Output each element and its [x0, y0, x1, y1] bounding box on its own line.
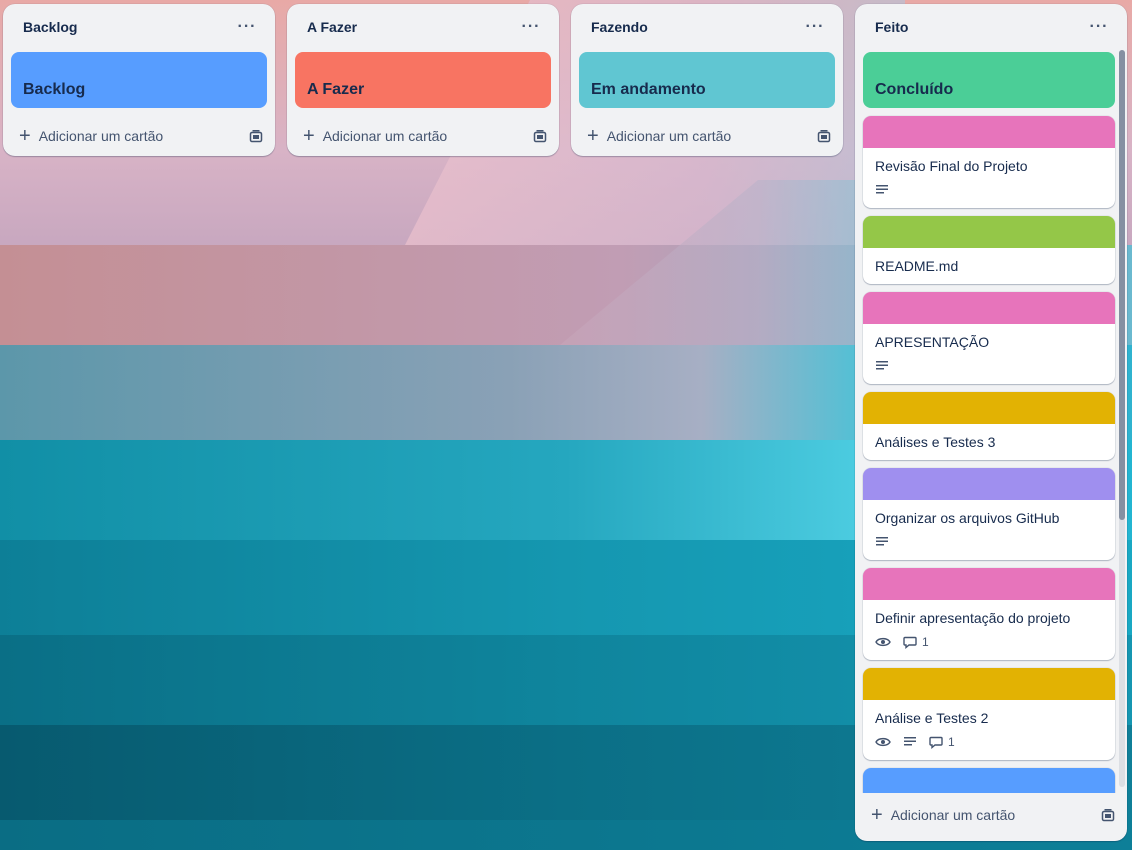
- ellipsis-icon[interactable]: ···: [517, 18, 545, 36]
- card-title: APRESENTAÇÃO: [875, 334, 990, 350]
- description-icon: [875, 360, 889, 372]
- list-title[interactable]: Feito: [875, 19, 908, 35]
- card-cover-color: [863, 116, 1115, 148]
- card[interactable]: Definir apresentação do projeto 1: [863, 568, 1115, 660]
- card-template-icon[interactable]: [245, 125, 267, 147]
- comment-count: 1: [922, 635, 929, 649]
- card[interactable]: Análises e Testes 3: [863, 392, 1115, 460]
- plus-icon: +: [303, 125, 315, 147]
- card-title: README.md: [875, 258, 959, 274]
- list-header[interactable]: A Fazer ···: [287, 4, 559, 50]
- card-cover-backlog[interactable]: Backlog: [11, 52, 267, 108]
- add-card-row: + Adicionar um cartão: [855, 793, 1127, 841]
- plus-icon: +: [871, 804, 883, 826]
- add-card-row: + Adicionar um cartão: [571, 116, 843, 156]
- card-cover-em-andamento[interactable]: Em andamento: [579, 52, 835, 108]
- card[interactable]: Organizar os arquivos GitHub: [863, 468, 1115, 560]
- comment-icon: [929, 736, 943, 749]
- list-header[interactable]: Feito ···: [855, 4, 1127, 50]
- description-icon: [875, 536, 889, 548]
- scrollbar-thumb[interactable]: [1119, 50, 1125, 520]
- add-card-button[interactable]: + Adicionar um cartão: [19, 126, 163, 146]
- card-cover-color: [863, 468, 1115, 500]
- ellipsis-icon[interactable]: ···: [801, 18, 829, 36]
- ellipsis-icon[interactable]: ···: [1085, 18, 1113, 36]
- card-title: A Fazer: [307, 81, 365, 98]
- card-cover-a-fazer[interactable]: A Fazer: [295, 52, 551, 108]
- card-template-icon[interactable]: [1097, 804, 1119, 826]
- add-card-label: Adicionar um cartão: [606, 128, 732, 144]
- plus-icon: +: [587, 125, 599, 147]
- card-template-icon[interactable]: [813, 125, 835, 147]
- card-cover-color: [863, 392, 1115, 424]
- list-feito: Feito ··· Concluído Revisão Final do Pro…: [855, 4, 1127, 841]
- card[interactable]: Revisão Final do Projeto: [863, 116, 1115, 208]
- list-title[interactable]: Backlog: [23, 19, 77, 35]
- card-title: Análises e Testes 3: [875, 434, 996, 450]
- card[interactable]: Análise e Testes 2 1: [863, 668, 1115, 760]
- card-template-icon[interactable]: [529, 125, 551, 147]
- card[interactable]: [863, 768, 1115, 793]
- card-cover-color: [863, 768, 1115, 793]
- list-header[interactable]: Fazendo ···: [571, 4, 843, 50]
- list-a-fazer: A Fazer ··· A Fazer + Adicionar um cartã…: [287, 4, 559, 156]
- add-card-row: + Adicionar um cartão: [3, 116, 275, 156]
- eye-icon: [875, 736, 891, 748]
- card-cover-color: [863, 216, 1115, 248]
- card-title: Concluído: [875, 81, 954, 98]
- list-fazendo: Fazendo ··· Em andamento + Adicionar um …: [571, 4, 843, 156]
- comment-count: 1: [948, 735, 955, 749]
- card-cover-color: [863, 668, 1115, 700]
- card[interactable]: APRESENTAÇÃO: [863, 292, 1115, 384]
- board: Backlog ··· Backlog + Adicionar um cartã…: [0, 0, 1132, 850]
- card-title: Análise e Testes 2: [875, 710, 989, 726]
- card[interactable]: README.md: [863, 216, 1115, 284]
- add-card-button[interactable]: + Adicionar um cartão: [587, 126, 731, 146]
- card-title: Revisão Final do Projeto: [875, 158, 1028, 174]
- list-title[interactable]: A Fazer: [307, 19, 357, 35]
- card-title: Em andamento: [591, 81, 706, 98]
- eye-icon: [875, 636, 891, 648]
- add-card-label: Adicionar um cartão: [322, 128, 448, 144]
- add-card-button[interactable]: + Adicionar um cartão: [871, 805, 1015, 825]
- card-title: Organizar os arquivos GitHub: [875, 510, 1060, 526]
- list-cards-scroll[interactable]: Concluído Revisão Final do Projeto READM…: [855, 50, 1127, 793]
- list-title[interactable]: Fazendo: [591, 19, 648, 35]
- add-card-label: Adicionar um cartão: [890, 807, 1016, 823]
- description-icon: [875, 184, 889, 196]
- add-card-button[interactable]: + Adicionar um cartão: [303, 126, 447, 146]
- plus-icon: +: [19, 125, 31, 147]
- card-cover-color: [863, 292, 1115, 324]
- add-card-row: + Adicionar um cartão: [287, 116, 559, 156]
- card-title: Backlog: [23, 81, 86, 98]
- ellipsis-icon[interactable]: ···: [233, 18, 261, 36]
- add-card-label: Adicionar um cartão: [38, 128, 164, 144]
- comment-badge: 1: [903, 635, 929, 649]
- list-header[interactable]: Backlog ···: [3, 4, 275, 50]
- description-icon: [903, 736, 917, 748]
- card-cover-concluido[interactable]: Concluído: [863, 52, 1115, 108]
- card-title: Definir apresentação do projeto: [875, 610, 1071, 626]
- comment-badge: 1: [929, 735, 955, 749]
- comment-icon: [903, 636, 917, 649]
- list-backlog: Backlog ··· Backlog + Adicionar um cartã…: [3, 4, 275, 156]
- card-cover-color: [863, 568, 1115, 600]
